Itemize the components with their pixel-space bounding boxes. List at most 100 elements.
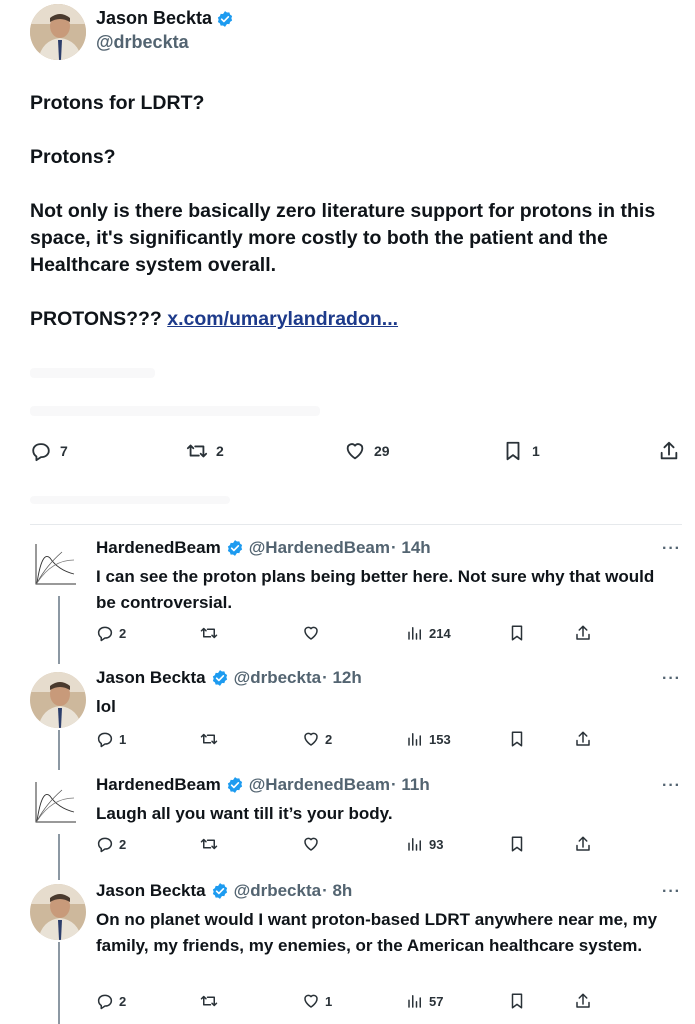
tweet-actions: 7 2 29 1 <box>30 440 682 462</box>
reply-author-handle[interactable]: @HardenedBeam <box>249 775 390 795</box>
share-button[interactable] <box>574 624 592 642</box>
retweet-button[interactable] <box>200 730 218 748</box>
reply-count: 7 <box>60 443 68 459</box>
verified-icon <box>217 10 233 27</box>
reply-author-name[interactable]: Jason Beckta <box>96 881 206 901</box>
thread-connector <box>58 596 60 664</box>
reply-author-handle[interactable]: @drbeckta <box>234 881 321 901</box>
bookmark-count: 1 <box>532 443 540 459</box>
views-icon <box>408 733 421 746</box>
share-button[interactable] <box>574 730 592 748</box>
views-button[interactable]: 57 <box>406 992 443 1010</box>
reply-timestamp[interactable]: · 14h <box>391 538 431 558</box>
like-button[interactable] <box>302 624 325 642</box>
retweet-icon <box>200 733 218 745</box>
reply-header: Jason Beckta @drbeckta · 12h <box>96 668 362 688</box>
like-icon <box>304 626 318 640</box>
avatar[interactable] <box>30 4 86 60</box>
more-options-button[interactable]: ··· <box>662 670 681 688</box>
verified-icon <box>212 883 227 899</box>
like-button[interactable] <box>302 835 325 853</box>
bookmark-icon <box>511 731 523 747</box>
tweet-link[interactable]: x.com/umarylandradon... <box>167 308 398 330</box>
share-button[interactable] <box>658 440 680 462</box>
bookmark-button[interactable] <box>508 624 526 642</box>
faded-placeholder <box>30 368 155 378</box>
views-button[interactable]: 153 <box>406 730 451 748</box>
reply-text: lol <box>96 697 116 716</box>
like-button[interactable]: 2 <box>302 730 332 748</box>
share-icon <box>576 625 590 640</box>
retweet-icon <box>200 995 218 1007</box>
reply-author-handle[interactable]: @drbeckta <box>234 668 321 688</box>
like-icon <box>346 443 364 460</box>
reply-actions: 2 214 <box>96 624 596 644</box>
tweet-paragraph: Protons for LDRT? <box>30 92 205 114</box>
retweet-button[interactable] <box>200 992 218 1010</box>
author-handle[interactable]: @drbeckta <box>96 32 189 53</box>
more-options-button[interactable]: ··· <box>662 540 681 558</box>
tweet-last-prefix: PROTONS??? <box>30 308 168 330</box>
share-icon <box>576 993 590 1008</box>
avatar[interactable] <box>28 540 78 592</box>
reply-author-name[interactable]: HardenedBeam <box>96 775 221 795</box>
views-button[interactable]: 214 <box>406 624 451 642</box>
reply-button[interactable]: 2 <box>96 835 126 853</box>
retweet-button[interactable] <box>200 624 218 642</box>
retweet-button[interactable] <box>200 835 218 853</box>
bookmark-icon <box>511 836 523 852</box>
reply-icon <box>32 443 50 462</box>
reply-count: 1 <box>119 731 127 747</box>
bookmark-button[interactable] <box>508 992 526 1010</box>
retweet-button[interactable]: 2 <box>186 440 224 462</box>
like-icon <box>304 994 318 1008</box>
verified-icon <box>227 540 242 556</box>
reply-count: 2 <box>119 625 127 641</box>
reply-actions: 1 2 153 <box>96 730 596 750</box>
views-button[interactable]: 93 <box>406 835 443 853</box>
avatar[interactable] <box>28 778 78 830</box>
views-count: 93 <box>429 836 444 852</box>
views-count: 214 <box>429 625 451 641</box>
reply-actions: 2 93 <box>96 835 596 855</box>
reply-author-name[interactable]: Jason Beckta <box>96 668 206 688</box>
reply-button[interactable]: 1 <box>96 730 126 748</box>
reply-button[interactable]: 2 <box>96 992 126 1010</box>
share-button[interactable] <box>574 992 592 1010</box>
share-icon <box>576 731 590 746</box>
share-button[interactable] <box>574 835 592 853</box>
reply-text: I can see the proton plans being better … <box>96 567 655 612</box>
thread-connector <box>58 834 60 880</box>
reply-icon <box>97 837 113 853</box>
avatar[interactable] <box>30 884 86 940</box>
reply-timestamp[interactable]: · 12h <box>322 668 362 688</box>
reply-icon <box>97 994 113 1010</box>
reply-button[interactable]: 7 <box>30 440 68 462</box>
reply-author-handle[interactable]: @HardenedBeam <box>249 538 390 558</box>
bookmark-button[interactable]: 1 <box>502 440 540 462</box>
more-options-button[interactable]: ··· <box>662 883 681 901</box>
like-button[interactable]: 1 <box>302 992 332 1010</box>
reply-timestamp[interactable]: · 8h <box>322 881 352 901</box>
reply-timestamp[interactable]: · 11h <box>391 775 430 795</box>
more-options-button[interactable]: ··· <box>662 777 681 795</box>
views-icon <box>408 838 421 851</box>
reply-header: Jason Beckta @drbeckta · 8h <box>96 881 352 901</box>
tweet-paragraph: Not only is there basically zero literat… <box>30 200 656 276</box>
bookmark-button[interactable] <box>508 730 526 748</box>
like-button[interactable]: 29 <box>344 440 390 462</box>
reply-icon <box>97 732 113 748</box>
avatar[interactable] <box>30 672 86 728</box>
verified-icon <box>212 670 227 686</box>
author-name-text[interactable]: Jason Beckta <box>96 8 212 29</box>
views-icon <box>408 995 421 1008</box>
bookmark-button[interactable] <box>508 835 526 853</box>
like-icon <box>304 732 318 746</box>
bookmark-icon <box>511 993 523 1009</box>
reply-author-name[interactable]: HardenedBeam <box>96 538 221 558</box>
author-name[interactable]: Jason Beckta <box>96 8 234 29</box>
bookmark-icon <box>506 441 520 461</box>
tweet-paragraph: Protons? <box>30 146 116 168</box>
faded-placeholder <box>30 406 320 416</box>
reply-button[interactable]: 2 <box>96 624 126 642</box>
